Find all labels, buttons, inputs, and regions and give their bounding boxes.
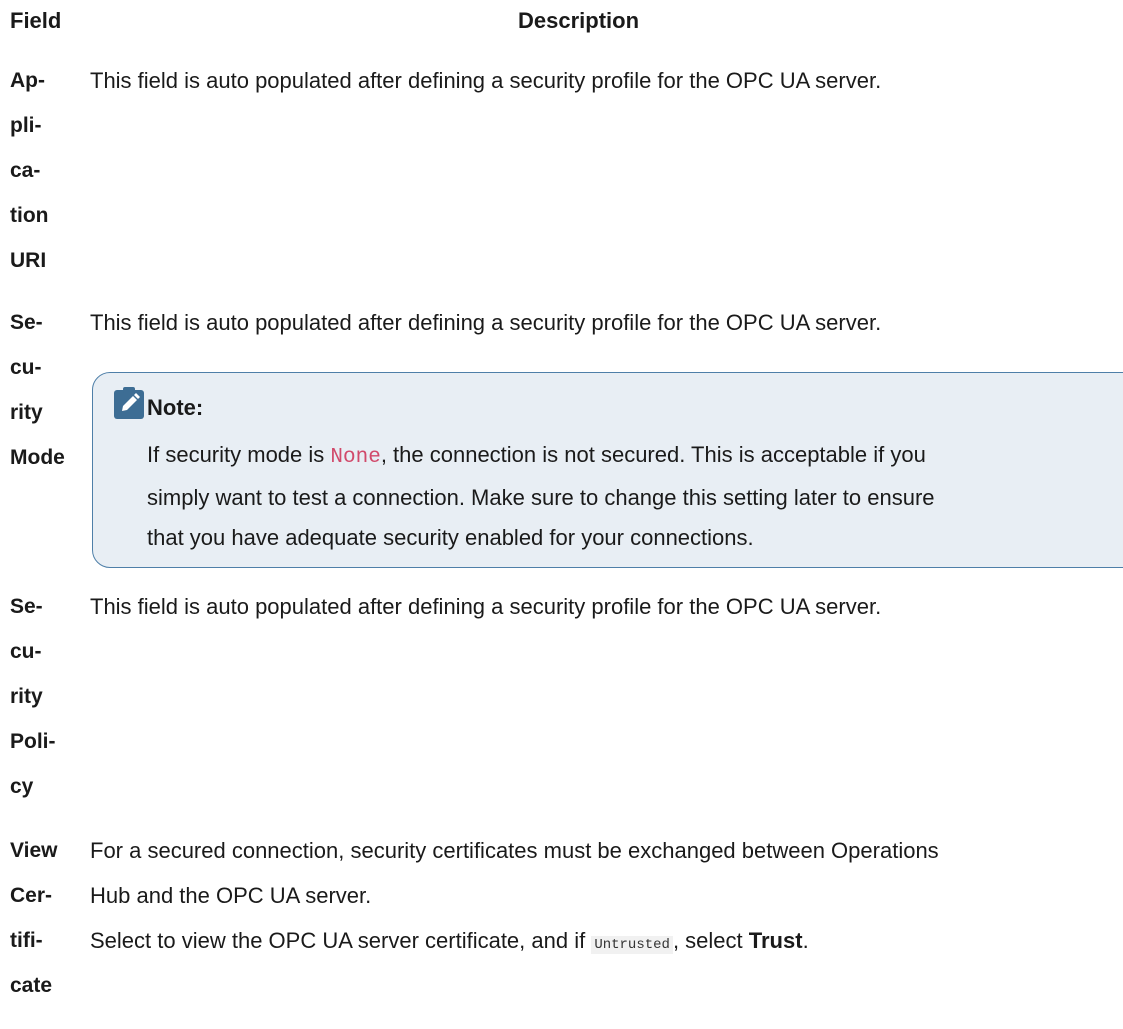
field-description: This field is auto populated after defin… <box>90 594 882 619</box>
note-body: If security mode is None, the connection… <box>147 442 935 550</box>
field-name-view-certificate: View Cer- tifi- cate <box>10 839 58 997</box>
field-description: This field is auto populated after defin… <box>90 310 882 335</box>
note-callout: Note: If security mode is None, the conn… <box>92 372 1123 568</box>
code-untrusted: Untrusted <box>591 936 673 954</box>
field-name-application-uri: Ap- pli- ca- tion URI <box>10 69 49 272</box>
field-name-security-mode: Se- cu- rity Mode <box>10 311 65 469</box>
field-name-security-policy: Se- cu- rity Poli- cy <box>10 595 56 798</box>
table-header: Field Description <box>0 8 1123 38</box>
pencil-icon <box>114 387 144 419</box>
field-description: For a secured connection, security certi… <box>90 838 939 954</box>
note-title: Note: <box>147 395 204 420</box>
column-header-description: Description <box>518 8 640 33</box>
column-header-field: Field <box>10 8 62 33</box>
trust-label: Trust <box>748 928 803 953</box>
code-none: None <box>330 446 381 469</box>
field-description: This field is auto populated after defin… <box>90 68 882 93</box>
